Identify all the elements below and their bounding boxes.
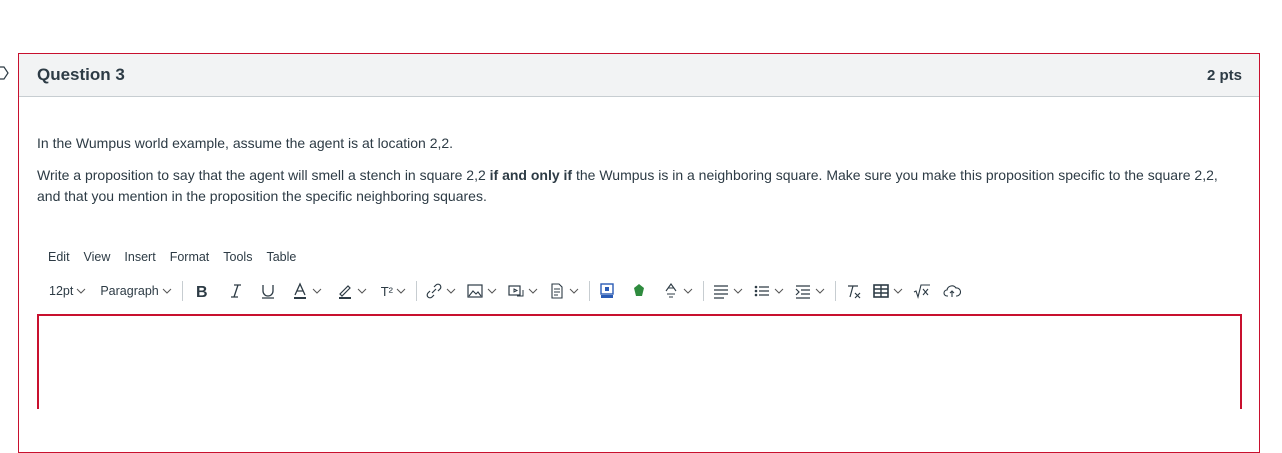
text-color-icon [293,282,306,299]
chevron-down-icon [76,288,86,294]
chevron-down-icon [162,288,172,294]
cloud-upload-button[interactable] [943,279,961,303]
menu-view[interactable]: View [84,250,111,264]
question-flag-icon[interactable] [0,64,12,82]
table-icon [873,284,889,298]
block-format-select[interactable]: Paragraph [100,279,172,303]
superscript-button[interactable]: T² [381,279,406,303]
toolbar-separator [416,281,417,301]
chevron-down-icon [396,288,406,294]
chevron-down-icon [446,288,456,294]
recycle-icon [634,284,644,296]
document-icon [551,283,563,299]
cloud-upload-icon [943,285,961,297]
chevron-down-icon [487,288,497,294]
underline-button[interactable] [259,279,277,303]
recycle-button[interactable] [630,279,648,303]
editor-menubar: Edit View Insert Format Tools Table [48,250,310,264]
text-color-button[interactable] [291,279,322,303]
question-points: 2 pts [1206,66,1242,84]
answer-editor[interactable] [37,314,1242,409]
menu-tools[interactable]: Tools [223,250,252,264]
question-text-2: Write a proposition to say that the agen… [37,165,1242,207]
spellcheck-button[interactable] [662,279,693,303]
link-button[interactable] [425,279,456,303]
chevron-down-icon [569,288,579,294]
question-text-1: In the Wumpus world example, assume the … [37,135,454,151]
apps-button[interactable] [598,279,616,303]
image-button[interactable] [466,279,497,303]
font-size-select[interactable]: 12pt [49,279,86,303]
toolbar-separator [703,281,704,301]
align-icon [714,285,728,299]
media-icon [508,285,524,297]
apps-icon [600,283,614,298]
toolbar-separator [835,281,836,301]
chevron-down-icon [893,288,903,294]
media-button[interactable] [507,279,538,303]
superscript-label: T² [380,283,393,299]
indent-icon [795,285,810,299]
bullet-list-icon [754,285,769,297]
italic-button[interactable] [227,279,245,303]
indent-button[interactable] [794,279,825,303]
menu-format[interactable]: Format [170,250,210,264]
chevron-down-icon [312,288,322,294]
block-format-value: Paragraph [100,284,159,298]
editor-toolbar: 12pt Paragraph B T² [49,279,967,303]
question-text-2-bold: if and only if [489,167,573,183]
document-button[interactable] [548,279,579,303]
equation-button[interactable] [913,279,931,303]
image-icon [467,284,483,298]
clear-formatting-icon [848,285,861,299]
clear-formatting-button[interactable] [844,279,862,303]
bullet-list-button[interactable] [753,279,784,303]
square-root-icon [913,284,930,299]
question-text-2-a: Write a proposition to say that the agen… [37,167,490,183]
chevron-down-icon [774,288,784,294]
chevron-down-icon [528,288,538,294]
highlight-color-button[interactable] [336,279,367,303]
menu-table[interactable]: Table [266,250,296,264]
chevron-down-icon [733,288,743,294]
question-title: Question 3 [37,65,125,84]
highlighter-icon [338,285,351,299]
toolbar-separator [181,281,183,301]
question-header: Question 3 2 pts [19,54,1259,97]
chevron-down-icon [357,288,367,294]
menu-insert[interactable]: Insert [124,250,155,264]
toolbar-separator [589,281,590,301]
underline-icon [261,285,274,299]
align-button[interactable] [712,279,743,303]
spellcheck-icon [665,283,677,298]
bold-icon: B [196,284,208,300]
italic-icon [230,284,241,298]
table-button[interactable] [872,279,903,303]
chevron-down-icon [683,288,693,294]
chevron-down-icon [815,288,825,294]
menu-edit[interactable]: Edit [48,250,70,264]
bold-button[interactable]: B [191,279,213,303]
font-size-value: 12pt [49,284,74,298]
link-icon [426,283,442,299]
svg-text:B: B [196,284,208,300]
